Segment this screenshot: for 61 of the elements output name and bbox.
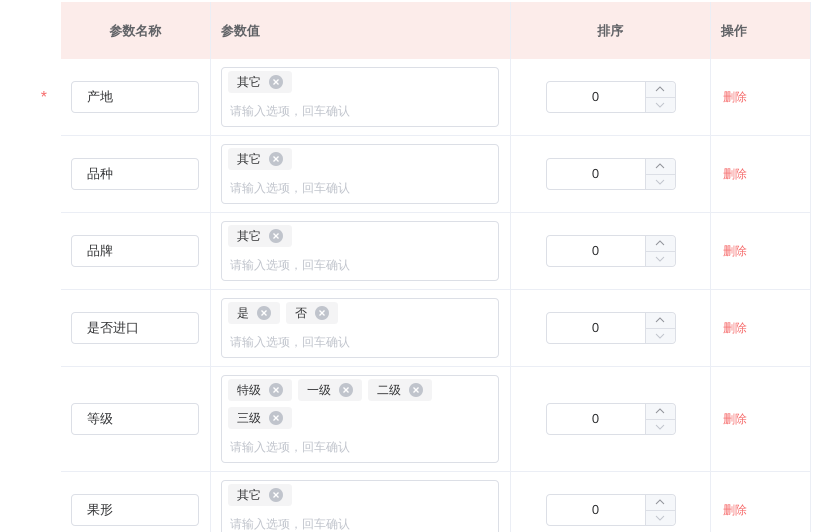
name-input[interactable]: 产地 bbox=[71, 81, 199, 113]
close-icon[interactable] bbox=[409, 383, 423, 397]
option-placeholder: 请输入选项，回车确认 bbox=[229, 516, 351, 532]
tag-input[interactable]: 其它 请输入选项，回车确认 bbox=[221, 221, 499, 281]
chevron-up-icon bbox=[655, 163, 665, 170]
tag-input[interactable]: 其它 请输入选项，回车确认 bbox=[221, 480, 499, 532]
chevron-down-icon bbox=[655, 424, 665, 430]
close-icon[interactable] bbox=[269, 229, 283, 243]
tag-label: 其它 bbox=[237, 487, 261, 504]
close-icon[interactable] bbox=[269, 152, 283, 166]
tag-input[interactable]: 其它 请输入选项，回车确认 bbox=[221, 67, 499, 127]
tag-label: 二级 bbox=[377, 382, 401, 399]
tag-label: 是 bbox=[237, 305, 249, 322]
close-icon[interactable] bbox=[315, 306, 329, 320]
name-input[interactable]: 等级 bbox=[71, 403, 199, 435]
option-placeholder: 请输入选项，回车确认 bbox=[229, 439, 351, 456]
tag-input[interactable]: 其它 请输入选项，回车确认 bbox=[221, 144, 499, 204]
column-header: 参数值 bbox=[211, 2, 511, 59]
close-icon[interactable] bbox=[269, 488, 283, 502]
sort-number-input[interactable]: 0 bbox=[546, 494, 676, 526]
chevron-down-icon bbox=[655, 102, 665, 108]
option-placeholder: 请输入选项，回车确认 bbox=[229, 257, 351, 274]
sort-number-input[interactable]: 0 bbox=[546, 158, 676, 190]
chevron-down-icon bbox=[655, 332, 665, 339]
column-header: 排序 bbox=[511, 2, 711, 59]
name-input[interactable]: 品牌 bbox=[71, 235, 199, 267]
close-icon[interactable] bbox=[269, 383, 283, 397]
sort-number-input[interactable]: 0 bbox=[546, 312, 676, 344]
chevron-down-icon bbox=[655, 514, 665, 521]
column-header: 参数名称 bbox=[61, 2, 211, 59]
name-input[interactable]: 是否进口 bbox=[71, 312, 199, 344]
close-icon[interactable] bbox=[257, 306, 271, 320]
chevron-down-icon bbox=[655, 256, 665, 262]
tag-label: 其它 bbox=[237, 151, 261, 168]
close-icon[interactable] bbox=[269, 75, 283, 89]
option-placeholder: 请输入选项，回车确认 bbox=[229, 180, 351, 197]
chevron-up-icon bbox=[655, 317, 665, 324]
sort-number-input[interactable]: 0 bbox=[546, 235, 676, 267]
chevron-down-icon bbox=[655, 178, 665, 185]
tag-label: 三级 bbox=[237, 410, 261, 427]
required-mark: * bbox=[40, 88, 47, 108]
chevron-up-icon bbox=[655, 86, 665, 92]
sort-number-input[interactable]: 0 bbox=[546, 81, 676, 113]
close-icon[interactable] bbox=[339, 383, 353, 397]
sort-number-input[interactable]: 0 bbox=[546, 403, 676, 435]
tag-label: 特级 bbox=[237, 382, 261, 399]
tag-label: 否 bbox=[295, 305, 307, 322]
chevron-up-icon bbox=[655, 240, 665, 246]
column-header: 操作 bbox=[720, 22, 748, 40]
option-placeholder: 请输入选项，回车确认 bbox=[229, 103, 351, 120]
option-placeholder: 请输入选项，回车确认 bbox=[229, 334, 351, 351]
tag-label: 一级 bbox=[307, 382, 331, 399]
chevron-up-icon bbox=[655, 499, 665, 506]
name-input[interactable]: 品种 bbox=[71, 158, 199, 190]
chevron-up-icon bbox=[655, 408, 665, 414]
tag-input[interactable]: 是 否 请输入选项，回车确认 bbox=[221, 298, 499, 358]
close-icon[interactable] bbox=[269, 411, 283, 425]
tag-label: 其它 bbox=[237, 74, 261, 91]
name-input[interactable]: 果形 bbox=[71, 494, 199, 526]
tag-input[interactable]: 特级 一级 二级 三级 请输入选项，回车确认 bbox=[221, 375, 499, 463]
tag-label: 其它 bbox=[237, 228, 261, 245]
